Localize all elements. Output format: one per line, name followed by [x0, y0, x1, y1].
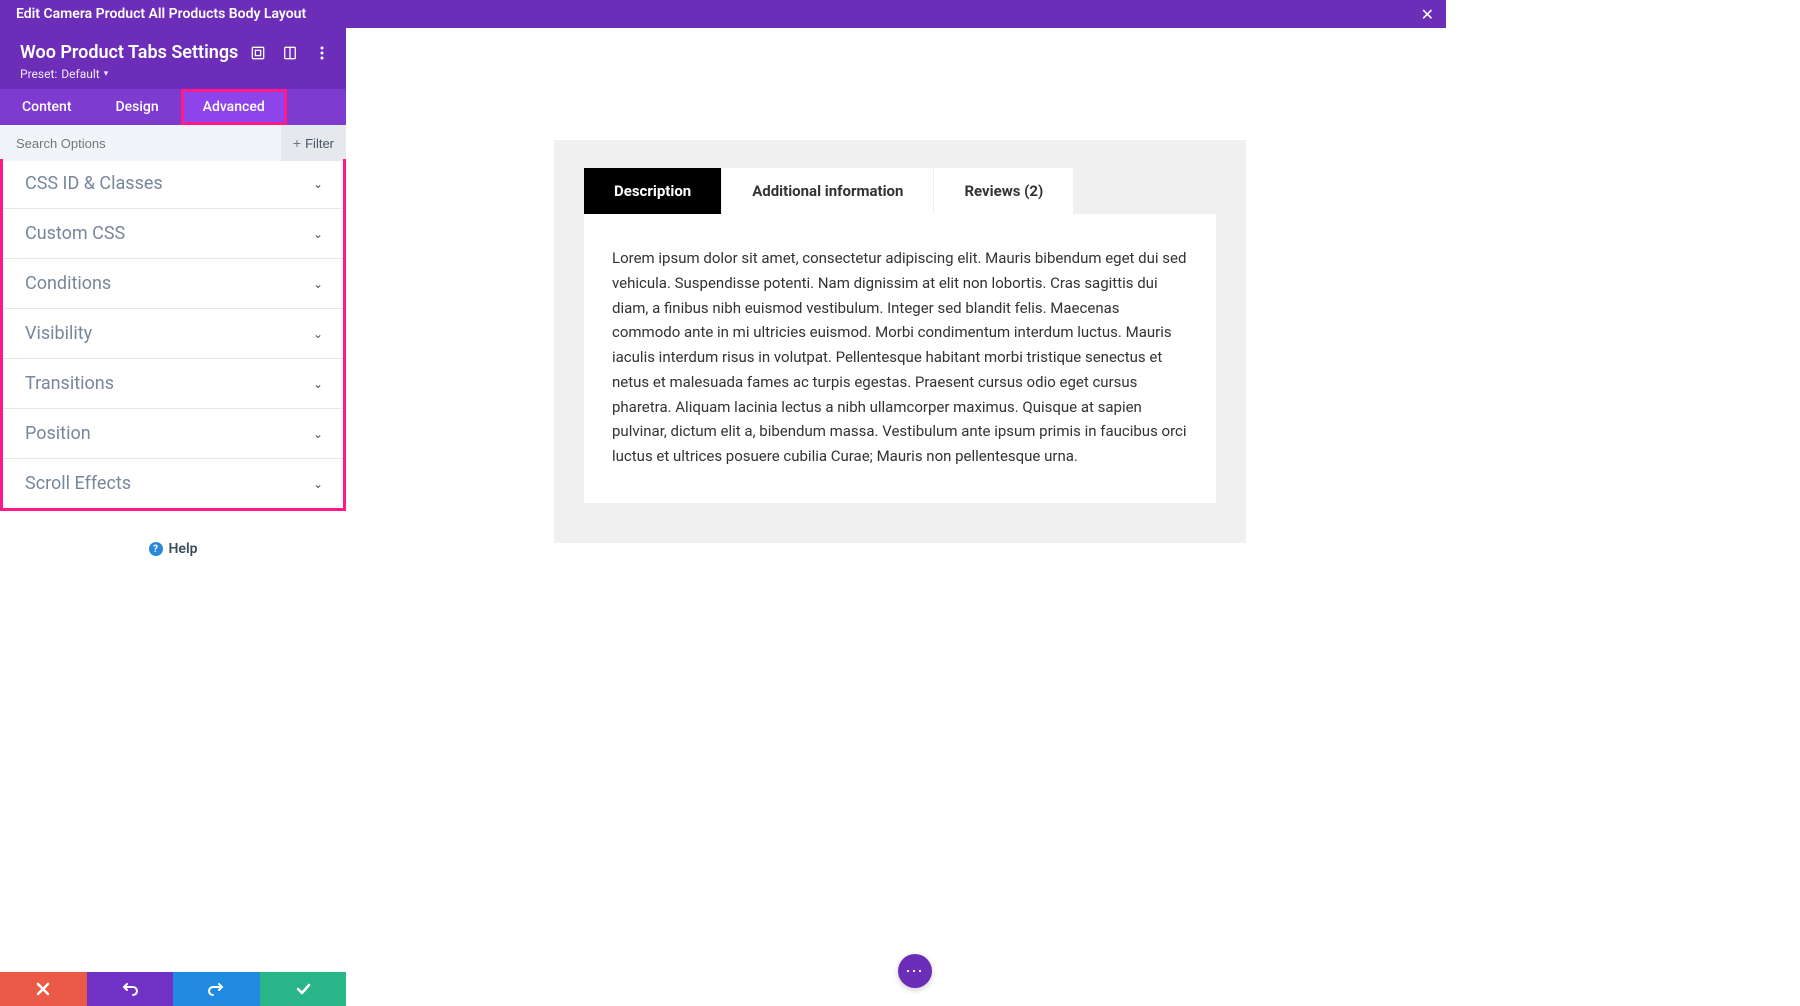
product-tab-description[interactable]: Description — [584, 168, 722, 214]
panel-label: Custom CSS — [25, 223, 125, 244]
help-label: Help — [169, 541, 198, 557]
search-input[interactable] — [0, 136, 281, 151]
settings-title: Woo Product Tabs Settings — [20, 42, 238, 63]
responsive-icon[interactable] — [282, 45, 298, 61]
filter-button[interactable]: + Filter — [281, 125, 346, 161]
product-tab-content: Lorem ipsum dolor sit amet, consectetur … — [584, 214, 1216, 503]
advanced-panels-group: CSS ID & Classes ⌄ Custom CSS ⌄ Conditio… — [0, 159, 346, 511]
page-title: Edit Camera Product All Products Body La… — [16, 6, 306, 22]
chevron-down-icon: ⌄ — [313, 327, 323, 341]
panel-label: CSS ID & Classes — [25, 173, 163, 194]
tab-content[interactable]: Content — [0, 89, 94, 125]
help-button[interactable]: ? Help — [0, 541, 346, 557]
product-tab-reviews[interactable]: Reviews (2) — [934, 168, 1074, 214]
panel-custom-css[interactable]: Custom CSS ⌄ — [3, 209, 343, 259]
panel-css-id-classes[interactable]: CSS ID & Classes ⌄ — [3, 159, 343, 209]
product-tab-additional-info[interactable]: Additional information — [722, 168, 934, 214]
hover-options-icon[interactable] — [250, 45, 266, 61]
panel-scroll-effects[interactable]: Scroll Effects ⌄ — [3, 459, 343, 508]
preset-label: Preset: — [20, 67, 57, 81]
help-icon: ? — [149, 542, 163, 556]
undo-button[interactable] — [87, 972, 174, 1006]
cancel-button[interactable] — [0, 972, 87, 1006]
floating-action-button[interactable]: ⋯ — [898, 954, 932, 988]
plus-icon: + — [293, 135, 301, 151]
redo-button[interactable] — [173, 972, 260, 1006]
more-menu-icon[interactable] — [314, 45, 330, 61]
tab-design[interactable]: Design — [94, 89, 181, 125]
preset-value: Default — [61, 67, 99, 81]
panel-conditions[interactable]: Conditions ⌄ — [3, 259, 343, 309]
preset-selector[interactable]: Preset: Default ▾ — [20, 67, 330, 81]
chevron-down-icon: ⌄ — [313, 277, 323, 291]
panel-label: Scroll Effects — [25, 473, 131, 494]
chevron-down-icon: ⌄ — [313, 377, 323, 391]
product-tabs-preview: Description Additional information Revie… — [554, 140, 1246, 543]
panel-label: Position — [25, 423, 91, 444]
filter-label: Filter — [305, 136, 334, 151]
panel-label: Visibility — [25, 323, 92, 344]
close-icon[interactable]: ✕ — [1421, 5, 1434, 24]
chevron-down-icon: ⌄ — [313, 477, 323, 491]
save-button[interactable] — [260, 972, 347, 1006]
dots-icon: ⋯ — [905, 961, 925, 982]
chevron-down-icon: ⌄ — [313, 227, 323, 241]
chevron-down-icon: ⌄ — [313, 177, 323, 191]
product-tab-spacer — [1074, 168, 1216, 214]
caret-down-icon: ▾ — [104, 69, 109, 79]
panel-label: Transitions — [25, 373, 114, 394]
panel-transitions[interactable]: Transitions ⌄ — [3, 359, 343, 409]
panel-label: Conditions — [25, 273, 111, 294]
panel-visibility[interactable]: Visibility ⌄ — [3, 309, 343, 359]
panel-position[interactable]: Position ⌄ — [3, 409, 343, 459]
chevron-down-icon: ⌄ — [313, 427, 323, 441]
tab-advanced[interactable]: Advanced — [181, 89, 287, 125]
